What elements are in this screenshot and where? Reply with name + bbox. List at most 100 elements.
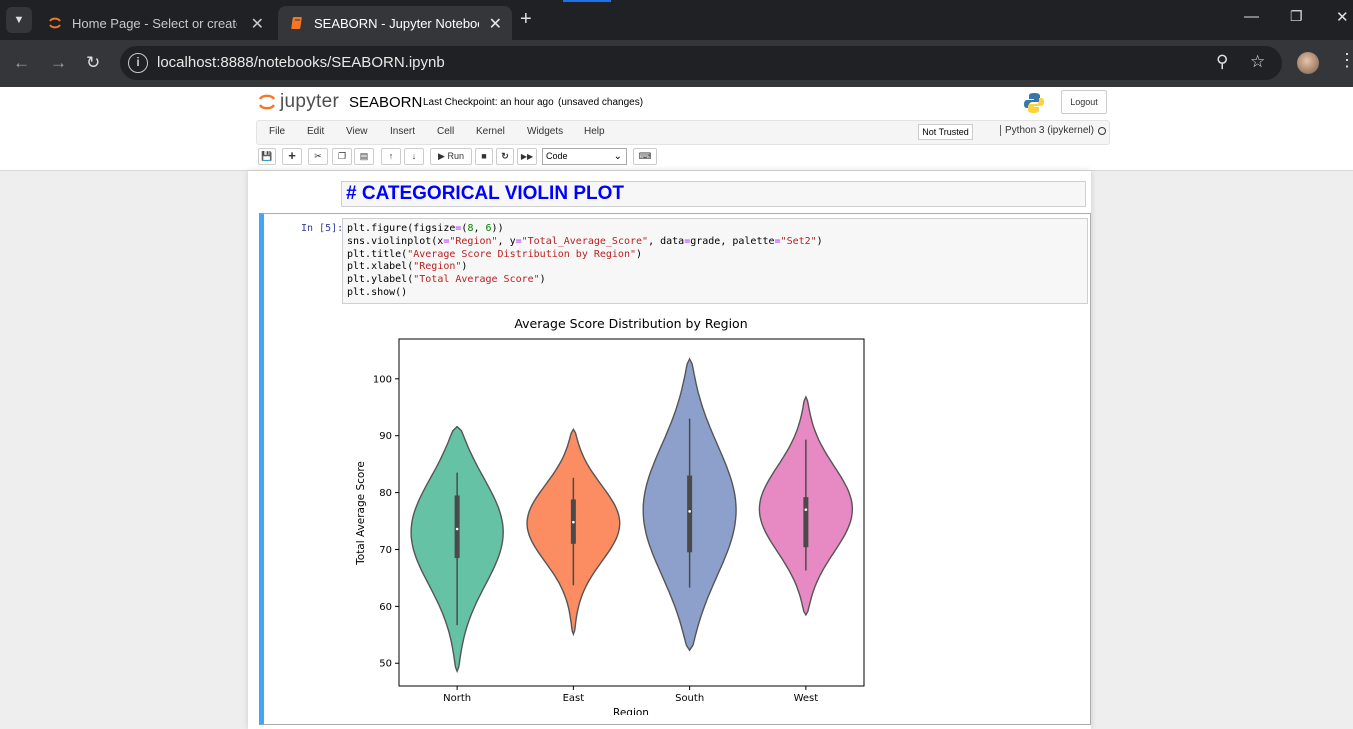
logout-button[interactable]: Logout [1061, 90, 1107, 114]
move-down-icon[interactable]: ↓ [404, 148, 424, 165]
y-tick-label: 70 [379, 545, 392, 556]
insert-cell-icon[interactable]: + [282, 148, 302, 165]
menu-insert[interactable]: Insert [390, 126, 415, 137]
command-palette-icon[interactable]: ⌨ [633, 148, 657, 165]
y-tick-label: 80 [379, 488, 392, 499]
violin-west [758, 395, 854, 617]
url-text[interactable]: localhost:8888/notebooks/SEABORN.ipynb [157, 54, 445, 71]
interrupt-icon[interactable]: ■ [475, 148, 493, 165]
code-line-6: plt.show() [347, 286, 408, 298]
paste-icon[interactable]: ▤ [354, 148, 374, 165]
zoom-icon[interactable]: ⚲ [1216, 52, 1228, 72]
chart-title: Average Score Distribution by Region [514, 316, 747, 331]
menu-view[interactable]: View [346, 126, 368, 137]
tab-search-button[interactable]: ▼ [6, 7, 32, 33]
jupyter-favicon-icon [49, 17, 61, 29]
x-axis: North East South West [443, 686, 818, 704]
x-tick-label: North [443, 693, 471, 704]
violin-south [642, 357, 737, 652]
autosave-status: (unsaved changes) [558, 97, 644, 108]
code-cell-selected[interactable]: In [5]: plt.figure(figsize=(8, 6)) sns.vi… [259, 213, 1091, 725]
notebook-container: # CATEGORICAL VIOLIN PLOT In [5]: plt.fi… [248, 171, 1091, 729]
menu-file[interactable]: File [269, 126, 285, 137]
code-editor[interactable]: plt.figure(figsize=(8, 6)) sns.violinplot… [342, 218, 1088, 304]
run-label: Run [447, 151, 464, 161]
bookmark-star-icon[interactable]: ☆ [1250, 52, 1265, 72]
violin-median-dot [455, 527, 459, 531]
x-tick-label: East [563, 693, 585, 704]
minimize-icon[interactable]: — [1244, 8, 1259, 25]
tab-home-page[interactable]: Home Page - Select or create a notebook … [36, 6, 274, 40]
browser-menu-icon[interactable]: ⋮ [1338, 50, 1353, 71]
y-tick-label: 90 [379, 431, 392, 442]
code-line-3: plt.title("Average Score Distribution by… [347, 248, 643, 260]
notebook-favicon-icon [291, 17, 302, 29]
code-line-2: sns.violinplot(x="Region", y="Total_Aver… [347, 235, 823, 247]
menu-widgets[interactable]: Widgets [527, 126, 563, 137]
reload-icon[interactable]: ↻ [86, 53, 100, 73]
tab-strip-accent [563, 0, 611, 2]
chevron-down-icon: ⌄ [613, 151, 622, 162]
menu-cell[interactable]: Cell [437, 126, 454, 137]
back-arrow-icon[interactable]: ← [13, 53, 30, 73]
run-button[interactable]: ▶ Run [430, 148, 472, 165]
violins-group [410, 357, 854, 674]
forward-arrow-icon[interactable]: → [50, 53, 67, 73]
menu-help[interactable]: Help [584, 126, 605, 137]
violin-iqr-box [454, 495, 460, 559]
violin-plot: Average Score Distribution by Region 50 6… [355, 316, 865, 715]
markdown-cell[interactable]: # CATEGORICAL VIOLIN PLOT [341, 181, 1086, 207]
restart-kernel-icon[interactable]: ↻ [496, 148, 514, 165]
notebook-name[interactable]: SEABORN [349, 94, 422, 111]
close-tab-icon[interactable]: ✕ [489, 14, 502, 34]
kernel-idle-icon [1098, 127, 1106, 135]
jupyter-logo[interactable]: jupyter [258, 91, 339, 113]
trust-status-button[interactable]: Not Trusted [918, 124, 973, 140]
x-tick-label: West [794, 693, 819, 704]
jupyter-logo-text: jupyter [280, 91, 340, 112]
move-up-icon[interactable]: ↑ [381, 148, 401, 165]
y-tick-label: 50 [379, 659, 392, 670]
cell-type-select[interactable]: Code ⌄ [542, 148, 627, 165]
menu-kernel[interactable]: Kernel [476, 126, 505, 137]
violin-north [410, 425, 504, 674]
new-tab-icon[interactable]: + [520, 8, 532, 31]
violin-median-dot [572, 520, 575, 524]
code-line-1: plt.figure(figsize=(8, 6)) [347, 223, 504, 234]
save-icon[interactable]: 💾 [258, 148, 276, 165]
y-axis-label: Total Average Score [355, 461, 367, 566]
jupyter-header: jupyter SEABORN Last Checkpoint: an hour… [0, 87, 1353, 171]
y-tick-label: 60 [379, 602, 392, 613]
tab-title: Home Page - Select or create a notebook [72, 15, 237, 31]
checkpoint-status: Last Checkpoint: an hour ago [423, 97, 554, 108]
address-bar[interactable]: i localhost:8888/notebooks/SEABORN.ipynb… [120, 46, 1282, 80]
violin-median-dot [688, 510, 691, 513]
close-window-icon[interactable]: ✕ [1336, 8, 1349, 26]
x-axis-label: Region [613, 707, 649, 715]
x-tick-label: South [675, 693, 704, 704]
profile-avatar[interactable] [1297, 52, 1319, 74]
y-tick-label: 100 [373, 374, 392, 385]
restore-icon[interactable]: ❐ [1290, 8, 1303, 25]
browser-toolbar: ← → ↻ i localhost:8888/notebooks/SEABORN… [0, 40, 1353, 87]
restart-run-all-icon[interactable]: ▶▶ [517, 148, 537, 165]
code-line-4: plt.xlabel("Region") [347, 261, 468, 273]
python-logo-icon [1024, 93, 1044, 113]
code-line-5: plt.ylabel("Total Average Score") [347, 274, 546, 286]
tab-title: SEABORN - Jupyter Notebook [314, 15, 479, 31]
site-info-icon[interactable]: i [128, 53, 148, 73]
close-tab-icon[interactable]: ✕ [251, 14, 264, 34]
input-prompt: In [5]: [301, 223, 344, 234]
notebook-menubar: File Edit View Insert Cell Kernel Widget… [256, 120, 1110, 145]
markdown-heading: # CATEGORICAL VIOLIN PLOT [346, 183, 624, 204]
violin-east [526, 428, 621, 637]
copy-icon[interactable]: ❐ [332, 148, 352, 165]
violin-iqr-box [687, 475, 693, 553]
cell-type-value: Code [546, 151, 568, 161]
menu-edit[interactable]: Edit [307, 126, 324, 137]
violin-median-dot [804, 508, 808, 511]
tab-seaborn-notebook[interactable]: SEABORN - Jupyter Notebook ✕ [278, 6, 512, 40]
kernel-name: Python 3 (ipykernel) [1000, 125, 1094, 136]
cut-icon[interactable]: ✂ [308, 148, 328, 165]
jupyter-logo-icon [258, 94, 276, 110]
